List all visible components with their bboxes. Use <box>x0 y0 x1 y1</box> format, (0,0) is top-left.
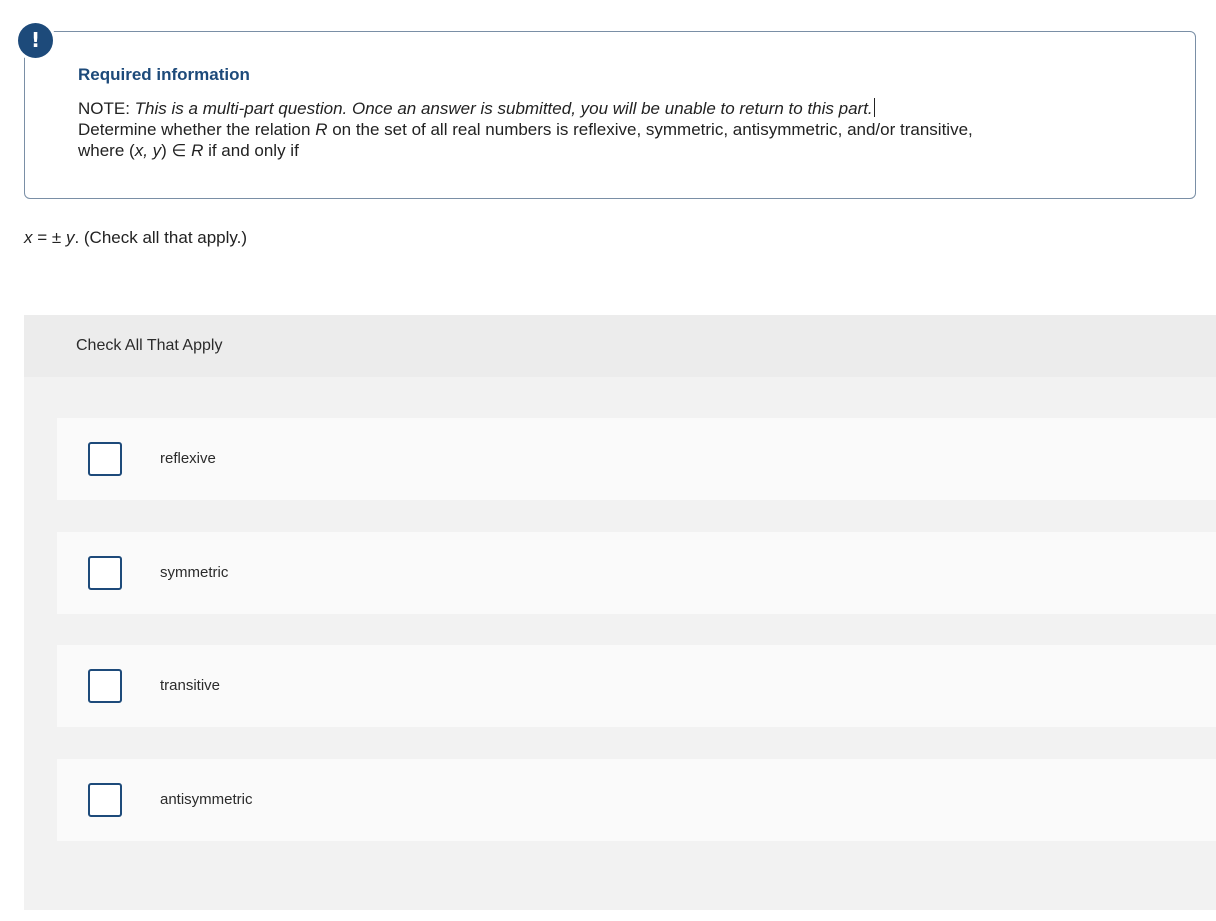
alert-icon: ! <box>18 23 53 58</box>
where-line: where (x, y) ∈ R if and only if <box>78 140 1168 161</box>
checkbox[interactable] <box>88 556 122 590</box>
checkbox[interactable] <box>88 783 122 817</box>
question-rest: . (Check all that apply.) <box>74 228 248 247</box>
info-title: Required information <box>78 65 250 84</box>
var-x: x <box>24 228 33 247</box>
checkbox[interactable] <box>88 442 122 476</box>
option-label: reflexive <box>160 450 216 467</box>
note-line: NOTE: This is a multi-part question. Onc… <box>78 98 1168 119</box>
panel-header-label: Check All That Apply <box>76 337 223 354</box>
info-body: NOTE: This is a multi-part question. Onc… <box>78 98 1168 161</box>
pair-variables: x, y <box>134 141 162 160</box>
page: Required information NOTE: This is a mul… <box>0 0 1216 921</box>
option-label: symmetric <box>160 564 229 581</box>
question-prompt: x = ± y. (Check all that apply.) <box>24 228 247 248</box>
relation-symbol: R <box>315 120 328 139</box>
where-text-a: where ( <box>78 141 135 160</box>
option-transitive[interactable]: transitive <box>57 645 1216 727</box>
option-label: antisymmetric <box>160 791 253 808</box>
where-text-c: if and only if <box>203 141 299 160</box>
note-prefix: NOTE: <box>78 99 135 118</box>
check-all-panel: Check All That Apply reflexive symmetric… <box>24 315 1216 910</box>
panel-header: Check All That Apply <box>24 315 1216 377</box>
determine-text-b: on the set of all real numbers is reflex… <box>327 120 973 139</box>
text-cursor <box>873 98 875 117</box>
where-text-b: ) ∈ <box>161 141 192 160</box>
required-information-box: Required information NOTE: This is a mul… <box>24 31 1196 199</box>
option-symmetric[interactable]: symmetric <box>57 532 1216 614</box>
question-mid: = ± <box>32 228 66 247</box>
note-text: This is a multi-part question. Once an a… <box>134 99 873 118</box>
determine-line: Determine whether the relation R on the … <box>78 119 1168 140</box>
option-label: transitive <box>160 677 221 694</box>
checkbox[interactable] <box>88 669 122 703</box>
determine-text-a: Determine whether the relation <box>78 120 316 139</box>
relation-symbol-2: R <box>191 141 204 160</box>
option-antisymmetric[interactable]: antisymmetric <box>57 759 1216 841</box>
option-reflexive[interactable]: reflexive <box>57 418 1216 500</box>
